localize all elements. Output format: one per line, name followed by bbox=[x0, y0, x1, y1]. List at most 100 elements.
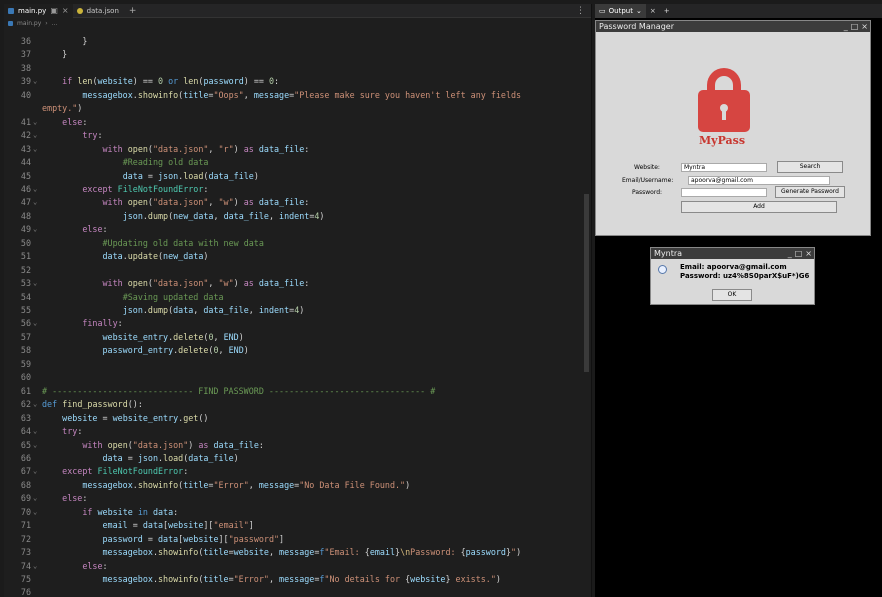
code-line[interactable]: 58 password_entry.delete(0, END) bbox=[4, 344, 591, 357]
maximize-icon[interactable]: □ bbox=[795, 248, 803, 259]
code-line[interactable]: 75 messagebox.showinfo(title="Error", me… bbox=[4, 573, 591, 586]
chevron-down-icon[interactable]: ⌄ bbox=[636, 7, 642, 15]
code-text: with open("data.json", "w") as data_file… bbox=[102, 278, 310, 289]
maximize-icon[interactable]: □ bbox=[851, 21, 859, 32]
code-line[interactable]: 62 ⌄ def find_password(): bbox=[4, 398, 591, 411]
code-line[interactable]: 38 bbox=[4, 62, 591, 75]
close-icon[interactable]: × bbox=[861, 21, 868, 32]
code-line[interactable]: 39 ⌄ if len(website) == 0 or len(password… bbox=[4, 75, 591, 88]
code-text: messagebox.showinfo(title="Error", messa… bbox=[82, 479, 411, 490]
code-line[interactable]: 52 bbox=[4, 264, 591, 277]
code-line[interactable]: 74 ⌄ else: bbox=[4, 560, 591, 573]
email-label: Email/Username: bbox=[622, 177, 674, 184]
dialog-titlebar[interactable]: Myntra _ □ × bbox=[651, 248, 814, 259]
code-line[interactable]: 70 ⌄ if website in data: bbox=[4, 506, 591, 519]
minimize-icon[interactable]: _ bbox=[844, 21, 848, 32]
code-line[interactable]: 37 } bbox=[4, 48, 591, 61]
ok-button[interactable]: OK bbox=[712, 289, 752, 301]
editor-scrollbar[interactable] bbox=[584, 194, 589, 372]
email-input[interactable]: apoorva@gmail.com bbox=[688, 176, 830, 185]
fold-chevron-icon[interactable]: ⌄ bbox=[33, 465, 37, 478]
website-input[interactable]: Myntra bbox=[681, 163, 767, 172]
code-line[interactable]: 59 bbox=[4, 358, 591, 371]
line-number: 65 bbox=[20, 439, 31, 450]
fold-chevron-icon[interactable]: ⌄ bbox=[33, 317, 37, 330]
breadcrumb-symbol[interactable]: ... bbox=[52, 20, 58, 27]
line-number: 47 bbox=[20, 197, 31, 208]
fold-chevron-icon[interactable]: ⌄ bbox=[33, 116, 37, 129]
code-line[interactable]: 48 json.dump(new_data, data_file, indent… bbox=[4, 210, 591, 223]
fold-chevron-icon[interactable]: ⌄ bbox=[33, 439, 37, 452]
fold-chevron-icon[interactable]: ⌄ bbox=[33, 560, 37, 573]
fold-chevron-icon[interactable]: ⌄ bbox=[33, 506, 37, 519]
new-tab-icon[interactable]: + bbox=[123, 6, 143, 16]
code-line[interactable]: 49 ⌄ else: bbox=[4, 223, 591, 236]
fold-chevron-icon[interactable]: ⌄ bbox=[33, 398, 37, 411]
code-line[interactable]: 60 bbox=[4, 371, 591, 384]
code-line[interactable]: 61 # ---------------------------- FIND PA… bbox=[4, 385, 591, 398]
tab-data-json[interactable]: data.json bbox=[73, 4, 123, 18]
close-icon[interactable]: × bbox=[62, 6, 69, 15]
search-button[interactable]: Search bbox=[777, 161, 843, 173]
code-line[interactable]: 44 #Reading old data bbox=[4, 156, 591, 169]
code-line[interactable]: 43 ⌄ with open("data.json", "r") as data_… bbox=[4, 143, 591, 156]
code-text: password = data[website]["password"] bbox=[102, 533, 285, 544]
code-line[interactable]: 68 messagebox.showinfo(title="Error", me… bbox=[4, 479, 591, 492]
minimize-icon[interactable]: _ bbox=[788, 248, 792, 259]
code-line[interactable]: 50 #Updating old data with new data bbox=[4, 237, 591, 250]
fold-chevron-icon[interactable]: ⌄ bbox=[33, 75, 37, 88]
close-icon[interactable]: × bbox=[646, 7, 660, 15]
add-button[interactable]: Add bbox=[681, 201, 837, 213]
code-line[interactable]: 76 bbox=[4, 586, 591, 597]
code-line[interactable]: 63 website = website_entry.get() bbox=[4, 412, 591, 425]
line-number: 39 bbox=[20, 76, 31, 87]
code-line[interactable]: 36 } bbox=[4, 35, 591, 48]
code-line[interactable]: 55 json.dump(data, data_file, indent=4) bbox=[4, 304, 591, 317]
code-text: data = json.load(data_file) bbox=[102, 452, 239, 463]
code-line[interactable]: 54 #Saving updated data bbox=[4, 291, 591, 304]
code-line[interactable]: 51 data.update(new_data) bbox=[4, 250, 591, 263]
code-line[interactable]: 45 data = json.load(data_file) bbox=[4, 170, 591, 183]
fold-chevron-icon[interactable]: ⌄ bbox=[33, 129, 37, 142]
fold-chevron-icon[interactable]: ⌄ bbox=[33, 183, 37, 196]
code-line[interactable]: 71 email = data[website]["email"] bbox=[4, 519, 591, 532]
line-number: 71 bbox=[20, 520, 31, 531]
code-line[interactable]: 67 ⌄ except FileNotFoundError: bbox=[4, 465, 591, 478]
more-options-icon[interactable]: ⋮ bbox=[570, 6, 591, 16]
code-line[interactable]: 41 ⌄ else: bbox=[4, 116, 591, 129]
code-line[interactable]: 56 ⌄ finally: bbox=[4, 317, 591, 330]
code-line[interactable]: 53 ⌄ with open("data.json", "w") as data_… bbox=[4, 277, 591, 290]
code-line[interactable]: 65 ⌄ with open("data.json") as data_file: bbox=[4, 439, 591, 452]
fold-chevron-icon[interactable]: ⌄ bbox=[33, 143, 37, 156]
code-line[interactable]: 57 website_entry.delete(0, END) bbox=[4, 331, 591, 344]
window-titlebar[interactable]: Password Manager _ □ × bbox=[596, 21, 870, 32]
breadcrumb-file[interactable]: main.py bbox=[17, 20, 41, 27]
code-line[interactable]: 72 password = data[website]["password"] bbox=[4, 533, 591, 546]
code-line[interactable]: 69 ⌄ else: bbox=[4, 492, 591, 505]
code-line[interactable]: empty.") bbox=[4, 102, 591, 115]
breadcrumb: main.py › ... bbox=[4, 18, 591, 29]
code-text: data.update(new_data) bbox=[102, 251, 209, 262]
split-icon[interactable]: ▣ bbox=[50, 6, 58, 15]
close-icon[interactable]: × bbox=[805, 248, 812, 259]
fold-chevron-icon[interactable]: ⌄ bbox=[33, 196, 37, 209]
code-line[interactable]: 40 messagebox.showinfo(title="Oops", mes… bbox=[4, 89, 591, 102]
line-number: 73 bbox=[20, 547, 31, 558]
code-text: if len(website) == 0 or len(password) ==… bbox=[62, 76, 280, 87]
fold-chevron-icon[interactable]: ⌄ bbox=[33, 277, 37, 290]
password-input[interactable] bbox=[681, 188, 767, 197]
code-line[interactable]: 73 messagebox.showinfo(title=website, me… bbox=[4, 546, 591, 559]
tab-output[interactable]: ▭ Output ⌄ bbox=[595, 4, 646, 18]
fold-chevron-icon[interactable]: ⌄ bbox=[33, 223, 37, 236]
fold-chevron-icon[interactable]: ⌄ bbox=[33, 425, 37, 438]
fold-chevron-icon[interactable]: ⌄ bbox=[33, 492, 37, 505]
code-line[interactable]: 64 ⌄ try: bbox=[4, 425, 591, 438]
code-line[interactable]: 46 ⌄ except FileNotFoundError: bbox=[4, 183, 591, 196]
new-tab-icon[interactable]: + bbox=[660, 7, 674, 15]
code-line[interactable]: 42 ⌄ try: bbox=[4, 129, 591, 142]
line-number: 51 bbox=[20, 251, 31, 262]
code-line[interactable]: 66 data = json.load(data_file) bbox=[4, 452, 591, 465]
code-line[interactable]: 47 ⌄ with open("data.json", "w") as data_… bbox=[4, 196, 591, 209]
tab-main-py[interactable]: main.py ▣ × bbox=[4, 4, 73, 18]
generate-password-button[interactable]: Generate Password bbox=[775, 186, 845, 198]
